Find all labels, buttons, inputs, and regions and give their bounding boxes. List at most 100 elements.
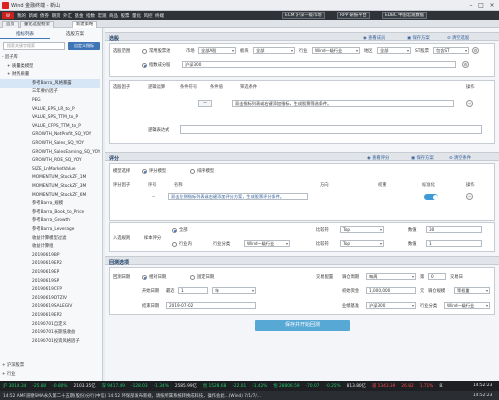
count-input-2[interactable]: 1 (426, 240, 482, 247)
rebalance-select[interactable]: 每周 ▾ (366, 273, 416, 280)
ecm-tab[interactable]: ECM 沪深一级市场 (282, 12, 325, 19)
menu-item[interactable]: 我的 (17, 13, 26, 19)
maximize-icon[interactable]: □ (476, 1, 486, 10)
section-title: 评分 (109, 155, 120, 162)
score-model-label: 评分模型 (149, 169, 167, 174)
menu-item[interactable]: 外汇 (63, 13, 72, 19)
index-settings-gear-icon[interactable]: ⚙ (462, 61, 469, 68)
remove-score-icon[interactable]: − (466, 193, 473, 200)
tree-footer-item[interactable]: + 行业 (2, 370, 102, 379)
bt-industry-select[interactable]: Wind一级行业 ▾ (444, 302, 490, 309)
count-input[interactable]: 30 (426, 226, 482, 233)
day-input[interactable]: 0 (428, 273, 446, 280)
scope-label: 选股范围 (113, 49, 131, 54)
save-score-button[interactable]: ▣ 保存方案 (411, 155, 434, 161)
compare-select[interactable]: Top ▾ (340, 226, 384, 233)
board-select[interactable]: 全部 ▾ (253, 47, 295, 54)
index-input[interactable]: 沪深300 (182, 61, 456, 68)
col-weight: 权重 (378, 183, 387, 188)
tree-item[interactable]: 20190701投资风格因子 (0, 337, 100, 346)
radio-rank-model[interactable] (190, 169, 195, 174)
ticker-value: 813.80亿 (346, 384, 366, 389)
radio-custom-pool[interactable] (142, 63, 147, 68)
industry-select[interactable]: Wind一级行业 ▾ (312, 47, 360, 54)
menu-item[interactable]: 终端 (155, 13, 164, 19)
radio-score-model[interactable] (142, 169, 147, 174)
compare-label-2: 比较符 (316, 242, 329, 247)
menu-item[interactable]: 指数 (86, 13, 95, 19)
tab-stock-scheme[interactable]: 选股方案 (50, 31, 100, 39)
minimize-icon[interactable]: – (466, 1, 476, 10)
period-label: 最近 (166, 289, 175, 294)
ticker-value: 沪 3014.34 (3, 384, 27, 389)
compare-label: 比较符 (316, 228, 329, 233)
close-icon[interactable]: × (487, 1, 497, 10)
save-and-backtest-button[interactable]: 保存并开始回测 (255, 320, 350, 331)
radio-relative-date[interactable] (142, 275, 147, 280)
window-title: Wind 金融终端 - 新山 (11, 3, 61, 9)
tab-home[interactable]: 首页 (2, 21, 19, 28)
search-input[interactable]: 搜索关键字搜索 (3, 42, 65, 50)
remove-condition-icon[interactable]: − (466, 100, 473, 107)
menu-item[interactable]: 宏观 (98, 13, 107, 19)
industry-class-select[interactable]: Wind一级行业 ▾ (244, 240, 290, 247)
standardize-toggle[interactable] (424, 194, 438, 200)
board-label: 板块 (240, 49, 249, 54)
radio-scope-industry[interactable] (172, 242, 177, 247)
settings-gear-icon[interactable]: ⚙ (472, 47, 479, 54)
view-members-button[interactable]: ◉ 查看成员 (363, 35, 385, 41)
st-select[interactable]: 包含ST ▾ (433, 47, 469, 54)
period-unit-select[interactable]: 年 ▾ (212, 287, 256, 294)
region-select[interactable]: 全部 ▾ (377, 47, 411, 54)
clear-score-button[interactable]: ⊘ 清空条件 (449, 155, 471, 161)
factor-label: 选股因子 (113, 85, 131, 90)
end-date-input[interactable]: 2019-07-02 (166, 302, 256, 309)
rule-label: 入选规则 (113, 236, 131, 241)
radio-scope-all[interactable] (172, 228, 177, 233)
custom-indicator-button[interactable]: 自定义指标 (68, 42, 100, 50)
formula-input[interactable] (180, 125, 482, 134)
menu-item[interactable]: 量化 (132, 13, 141, 19)
scope-all-label: 全部 (179, 228, 188, 233)
row-index: -- (152, 195, 156, 200)
rank-model-label: 排序模型 (197, 169, 215, 174)
ticker-value: -0.25% (325, 384, 341, 389)
clear-stock-button[interactable]: ⊘ 清空选股 (447, 35, 469, 41)
news-text[interactable]: 14:52 AMF道德SMA永久第二十五期(股份)分行(中信) 14:52 环保… (3, 393, 463, 399)
ticker-value: 2585.99亿 (174, 384, 197, 389)
score-factor-input[interactable]: 双击左侧指标列表或右键添加评分方案，生成股票评分条件。 (168, 193, 308, 200)
period-num-input[interactable]: 1 (178, 287, 208, 294)
radio-common-pool[interactable] (142, 49, 147, 54)
benchmark-select[interactable]: 沪深300 ▾ (366, 302, 416, 309)
tab-quant-framework[interactable]: 量化选股框架 (20, 21, 54, 28)
filter-condition-input[interactable]: 双击指标列表或右键添加指标，生成股票筛选条件。 (232, 100, 454, 107)
radio-fixed-date[interactable] (190, 275, 195, 280)
col-operation: 操作 (466, 85, 475, 90)
view-score-button[interactable]: ◉ 查看评分 (367, 155, 389, 161)
col-condition-value: 条件值 (210, 85, 223, 90)
weight-select[interactable]: 等权重 ▾ (454, 287, 490, 294)
menu-item[interactable]: 债券 (40, 13, 49, 19)
rpp-tab[interactable]: RPP 研报平台 (337, 12, 370, 19)
app-logo-icon[interactable]: W (2, 12, 14, 19)
condition-symbol-select[interactable]: -- (198, 100, 212, 107)
save-scheme-button[interactable]: ▣ 保存方案 (407, 35, 430, 41)
capital-input[interactable]: 1,000,000 (366, 287, 416, 294)
tree-footer-item[interactable]: + 沪深股票 (2, 361, 102, 370)
menu-item[interactable]: 风控 (144, 13, 153, 19)
menu-item[interactable]: 期货 (52, 13, 61, 19)
menu-item[interactable]: 股票 (121, 13, 130, 19)
edbc-tab[interactable]: EDBC 中国宏观数据 (382, 12, 428, 19)
main-panel: 选股 ◉ 查看成员 ▣ 保存方案 ⊘ 清空选股 选股范围 常用股票池 市场 全部… (105, 28, 499, 381)
menu-item[interactable]: 基金 (75, 13, 84, 19)
menu-item[interactable]: 新闻 (29, 13, 38, 19)
scoring-header: 评分 ◉ 查看评分 ▣ 保存方案 ⊘ 清空条件 (105, 152, 499, 162)
compare-select-2[interactable]: Top ▾ (340, 240, 384, 247)
tab-new-strategy[interactable]: 新建策略 (72, 21, 98, 28)
tab-indicator-list[interactable]: 指标列表 (0, 31, 50, 39)
wind-logo-icon (2, 2, 9, 9)
market-select[interactable]: 全部A股 ▾ (198, 47, 236, 54)
scope-industry-label: 行业内 (179, 242, 192, 247)
menu-item[interactable]: 商品 (109, 13, 118, 19)
col-logic: 逻辑运算 (148, 85, 166, 90)
